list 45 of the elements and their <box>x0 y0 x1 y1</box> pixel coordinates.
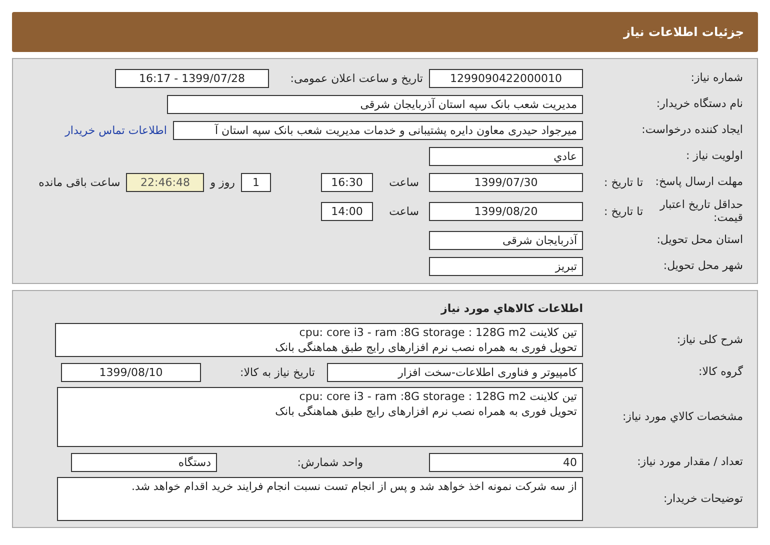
days-field: 1 <box>241 172 271 192</box>
announce-date-field: 1399/07/28 - 16:17 <box>115 68 269 88</box>
field-label: ساعت <box>388 204 419 218</box>
field-label: تاریخ و ساعت اعلان عمومی: <box>289 72 423 84</box>
field-label: ایجاد کننده درخواست: <box>640 123 743 137</box>
field-label: شماره نیاز: <box>690 71 743 85</box>
validity-time-field: 14:00 <box>321 202 373 220</box>
field-label: شهر محل تحویل: <box>662 259 743 273</box>
field-label: مشخصات کالاي مورد نیاز: <box>621 410 743 424</box>
need-number-field: 1299090422000010 <box>429 68 583 88</box>
unit-field: دستگاه <box>71 452 217 472</box>
deadline-date-field: 1399/07/30 <box>429 172 583 192</box>
field-label: استان محل تحویل: <box>656 233 743 247</box>
contact-link[interactable]: اطلاعات تماس خریدار <box>65 124 167 136</box>
goods-group-field: کامپیوتر و فناوری اطلاعات-سخت افزار <box>327 362 583 382</box>
field-label: نام دستگاه خریدار: <box>655 97 743 111</box>
remaining-time-field: 22:46:48 <box>126 172 204 192</box>
spec-field: تین کلاینت cpu: core i3 - ram :8G storage : 128G m2 تحویل فوری به همراه نصب نرم افزارهای رایج طبق هماهنگی بانک <box>57 387 583 447</box>
province-field: آذربایجان شرقی <box>429 230 583 250</box>
field-label: واحد شمارش: <box>296 456 363 468</box>
page-title: جزئیات اطلاعات نیاز <box>623 25 744 39</box>
buyer-notes-field: از سه شرکت نمونه اخذ خواهد شد و پس از انجام تست نسبت انجام فرایند خرید اقدام خواهد شد. <box>57 477 583 521</box>
field-label: تا تاریخ : <box>603 204 643 218</box>
field-label: مهلت ارسال پاسخ: <box>654 175 743 189</box>
need-date-field: 1399/08/10 <box>61 362 201 382</box>
buyer-org-field: مدیریت شعب بانک سپه استان آذربایجان شرقی <box>167 94 583 114</box>
city-field: تبریز <box>429 256 583 276</box>
field-label: حداقل تاریخ اعتبار قیمت: <box>658 198 743 224</box>
quantity-field: 40 <box>429 452 583 472</box>
section-title: اطلاعات کالاهاي مورد نیاز <box>441 302 583 314</box>
deadline-time-field: 16:30 <box>321 172 373 192</box>
field-label: شرح کلی نیاز: <box>676 333 743 347</box>
priority-field: عادي <box>429 146 583 166</box>
field-label: ساعت <box>388 176 419 188</box>
field-label: تا تاریخ : <box>603 176 643 188</box>
field-label: تعداد / مقدار مورد نیاز: <box>636 455 743 469</box>
field-label: روز و <box>210 176 235 188</box>
field-label: ساعت باقی مانده <box>38 176 120 188</box>
field-label: اولویت نیاز : <box>684 149 743 163</box>
validity-date-field: 1399/08/20 <box>429 202 583 220</box>
field-label: تاریخ نیاز به کالا: <box>239 366 315 378</box>
field-label: گروه کالا: <box>698 365 743 379</box>
description-field: تین کلاینت cpu: core i3 - ram :8G storage : 128G m2 تحویل فوری به همراه نصب نرم افزارهای رایج طبق هماهنگی بانک <box>55 323 583 357</box>
requester-field: میرجواد حیدری معاون دایره پشتیبانی و خدمات مدیریت شعب بانک سپه استان آ <box>173 120 583 140</box>
field-label: توضیحات خریدار: <box>662 492 743 506</box>
